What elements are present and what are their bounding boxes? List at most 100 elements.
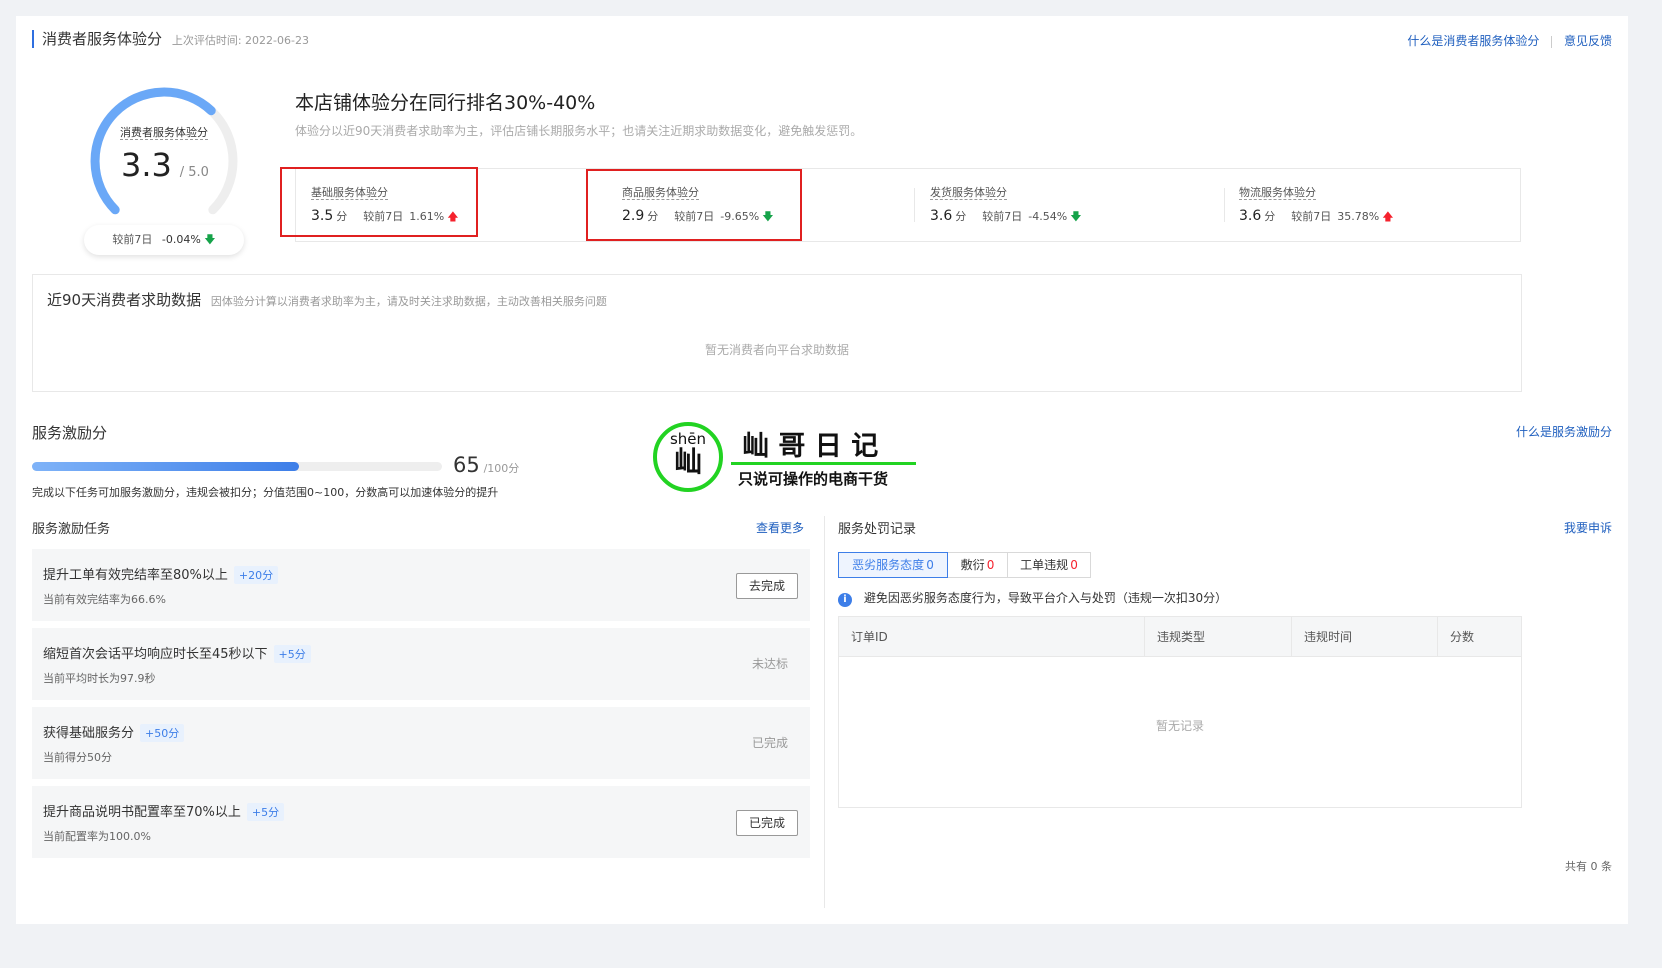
watermark-char: 屾 xyxy=(673,445,702,478)
watermark-subtitle: 只说可操作的电商干货 xyxy=(738,470,889,488)
gauge-label-text: 消费者服务体验分 xyxy=(120,126,208,140)
task-bonus-tag: +50分 xyxy=(140,724,185,742)
appeal-link[interactable]: 我要申诉 xyxy=(1564,519,1612,536)
gauge-score: 3.3 / 5.0 xyxy=(121,146,209,184)
page-title: 消费者服务体验分 xyxy=(42,30,163,48)
feedback-link[interactable]: 意见反馈 xyxy=(1564,34,1612,48)
stat-compare-label: 较前7日 xyxy=(1291,210,1332,223)
task-title: 获得基础服务分 xyxy=(43,726,135,741)
what-is-incentive-link[interactable]: 什么是服务激励分 xyxy=(1516,423,1612,440)
stat-divider xyxy=(914,188,915,222)
task-item: 获得基础服务分 +50分当前得分50分 已完成 xyxy=(32,707,810,779)
task-title: 提升工单有效完结率至80%以上 xyxy=(43,568,228,583)
task-subtitle: 当前得分50分 xyxy=(43,751,112,764)
task-subtitle: 当前有效完结率为66.6% xyxy=(43,593,166,606)
help-data-title: 近90天消费者求助数据 xyxy=(47,291,202,309)
gauge-score-max: / 5.0 xyxy=(179,165,209,180)
gauge-compare-label: 较前7日 xyxy=(112,233,153,246)
watermark-title: 屾 哥 日 记 xyxy=(742,431,879,462)
penalty-tab-count: 0 xyxy=(986,558,995,572)
stat-value-row: 3.6 分 较前7日 -4.54% 🡇 xyxy=(930,208,1082,227)
task-action-button[interactable]: 去完成 xyxy=(735,573,798,599)
watermark-logo: shēn 屾 xyxy=(653,422,723,492)
task-bonus-tag: +20分 xyxy=(233,566,279,584)
penalty-tab-label: 敷衍 xyxy=(960,558,985,572)
info-icon: i xyxy=(838,593,852,607)
penalty-notice: i 避免因恶劣服务态度行为，导致平台介入与处罚（违规一次扣30分） xyxy=(838,589,1227,607)
stat-unit: 分 xyxy=(1264,210,1276,223)
arrow-up-icon: 🡅 xyxy=(1382,210,1394,223)
penalty-tab-count: 0 xyxy=(926,558,934,572)
stat-divider xyxy=(1224,188,1225,222)
stat-score: 3.6 xyxy=(1239,208,1262,224)
stat-compare-label: 较前7日 xyxy=(982,210,1023,223)
tasks-title: 服务激励任务 xyxy=(32,522,111,537)
rank-headline: 本店铺体验分在同行排名30%-40% xyxy=(295,92,596,114)
task-title-row: 提升工单有效完结率至80%以上 +20分 xyxy=(43,564,279,584)
penalty-table-header: 订单ID 违规类型 违规时间 分数 xyxy=(839,617,1521,657)
stat-label: 发货服务体验分 xyxy=(930,186,1007,200)
stat-value-row: 3.6 分 较前7日 35.78% 🡅 xyxy=(1239,208,1394,227)
stat-change: 35.78% xyxy=(1337,210,1380,223)
gauge-compare-value: -0.04% xyxy=(161,233,201,246)
penalty-column-header: 违规类型 xyxy=(1144,617,1205,657)
penalty-tab[interactable]: 恶劣服务态度 0 xyxy=(838,552,948,578)
arrow-down-icon: 🡇 xyxy=(204,233,216,246)
stat-score: 3.6 xyxy=(930,208,953,224)
task-bonus-tag: +5分 xyxy=(246,803,285,821)
task-title: 缩短首次会话平均响应时长至45秒以下 xyxy=(43,647,268,662)
task-title: 提升商品说明书配置率至70%以上 xyxy=(43,805,241,820)
gauge-label: 消费者服务体验分 xyxy=(114,124,214,140)
view-more-link[interactable]: 查看更多 xyxy=(756,519,804,536)
incentive-description: 完成以下任务可加服务激励分，违规会被扣分；分值范围0~100，分数高可以加速体验… xyxy=(32,486,499,499)
incentive-score: 65 /100分 xyxy=(453,453,519,477)
penalty-tab[interactable]: 工单违规 0 xyxy=(1007,552,1091,578)
stat-item: 物流服务体验分 3.6 分 较前7日 35.78% 🡅 xyxy=(1239,184,1394,227)
stat-item: 发货服务体验分 3.6 分 较前7日 -4.54% 🡇 xyxy=(930,184,1082,227)
incentive-progress-track xyxy=(32,462,442,471)
task-subtitle: 当前配置率为100.0% xyxy=(43,830,151,843)
penalty-total: 共有 0 条 xyxy=(1565,860,1612,873)
incentive-score-max: /100分 xyxy=(483,462,520,475)
task-title-row: 提升商品说明书配置率至70%以上 +5分 xyxy=(43,801,285,821)
task-title-row: 获得基础服务分 +50分 xyxy=(43,722,185,742)
last-eval-time: 上次评估时间: 2022-06-23 xyxy=(171,34,309,47)
help-data-header: 近90天消费者求助数据 因体验分计算以消费者求助率为主，请及时关注求助数据，主动… xyxy=(47,289,607,310)
task-status: 已完成 xyxy=(751,736,788,750)
task-action-button[interactable]: 已完成 xyxy=(735,810,798,836)
link-divider xyxy=(1551,35,1553,48)
penalty-column-header: 违规时间 xyxy=(1291,617,1352,657)
column-divider xyxy=(824,516,825,908)
task-subtitle: 当前平均时长为97.9秒 xyxy=(43,672,156,685)
penalty-tab[interactable]: 敷衍 0 xyxy=(947,552,1008,578)
task-bonus-tag: +5分 xyxy=(273,645,311,663)
highlight-box-product xyxy=(586,169,802,241)
task-status: 未达标 xyxy=(751,657,788,671)
gauge-compare-pill: 较前7日 -0.04% 🡇 xyxy=(84,225,244,255)
watermark-underline xyxy=(731,462,916,465)
penalty-title: 服务处罚记录 xyxy=(838,522,917,537)
rank-description: 体验分以近90天消费者求助率为主，评估店铺长期服务水平；也请关注近期求助数据变化… xyxy=(295,124,863,138)
penalty-table-empty: 暂无记录 xyxy=(1155,719,1204,733)
stat-label: 物流服务体验分 xyxy=(1239,186,1316,200)
stat-unit: 分 xyxy=(955,210,967,223)
task-item: 提升工单有效完结率至80%以上 +20分当前有效完结率为66.6% 去完成 xyxy=(32,549,810,621)
section-header: 消费者服务体验分 上次评估时间: 2022-06-23 xyxy=(32,30,309,48)
penalty-column-header: 订单ID xyxy=(851,630,888,644)
penalty-table: 订单ID 违规类型 违规时间 分数 暂无记录 xyxy=(838,616,1522,808)
penalty-tabs: 恶劣服务态度 0 敷衍 0 工单违规 0 xyxy=(838,552,1118,578)
task-title-row: 缩短首次会话平均响应时长至45秒以下 +5分 xyxy=(43,643,311,663)
penalty-notice-text: 避免因恶劣服务态度行为，导致平台介入与处罚（违规一次扣30分） xyxy=(863,591,1228,605)
task-item: 缩短首次会话平均响应时长至45秒以下 +5分当前平均时长为97.9秒 未达标 xyxy=(32,628,810,700)
what-is-score-link[interactable]: 什么是消费者服务体验分 xyxy=(1407,34,1539,48)
incentive-title: 服务激励分 xyxy=(32,424,108,442)
header-links: 什么是消费者服务体验分 意见反馈 xyxy=(1407,32,1612,49)
incentive-progress-fill xyxy=(32,462,299,471)
penalty-tab-label: 工单违规 xyxy=(1020,558,1069,572)
gauge-score-value: 3.3 xyxy=(121,146,172,184)
penalty-column-header: 分数 xyxy=(1437,617,1474,657)
task-item: 提升商品说明书配置率至70%以上 +5分当前配置率为100.0% 已完成 xyxy=(32,786,810,858)
penalty-tab-label: 恶劣服务态度 xyxy=(852,558,925,572)
help-data-empty: 暂无消费者向平台求助数据 xyxy=(704,343,849,357)
penalty-tab-count: 0 xyxy=(1070,558,1078,572)
